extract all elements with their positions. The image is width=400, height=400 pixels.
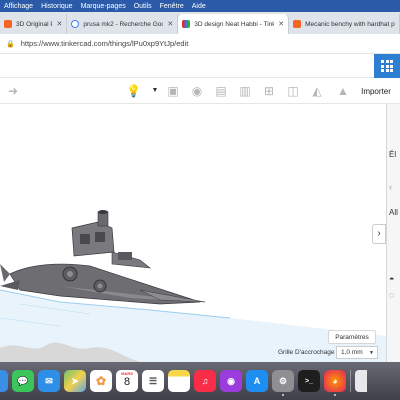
prusa-favicon-icon [4,20,12,28]
align-icon[interactable]: ▤ [214,84,228,98]
calendar-icon[interactable]: MARS 8 [116,370,138,392]
calendar-day: 8 [123,376,131,388]
trash-icon[interactable] [355,370,367,392]
maps-icon[interactable]: ➤ [64,370,86,392]
tinkercad-favicon-icon [182,20,191,28]
menu-bar: Affichage Historique Marque-pages Outils… [0,0,400,12]
snap-grid-select[interactable]: 1,0 mm ▼ [336,346,378,359]
light-icon[interactable]: 💡 [126,84,141,98]
view-icon[interactable]: ▲ [336,84,350,98]
tab-title: Mecanic benchy with hardhat p [305,20,395,28]
lock-icon: 🔒 [6,40,15,48]
dropdown-icon[interactable]: ▼ [148,84,162,98]
import-button[interactable]: Importer [356,82,396,100]
shape-thumbnail-icon[interactable]: ◓ [389,274,394,284]
dock: 💬 ✉ ➤ ✿ MARS 8 ☰ ♫ ◉ A ⚙ >_ ◕ [0,364,400,398]
ruler-icon[interactable]: ◫ [286,84,300,98]
group-icon[interactable]: ▣ [166,84,180,98]
snap-grid-label: Grille D'accrochage [278,349,335,356]
shape-thumbnail-icon[interactable]: ◌ [389,290,394,300]
menu-aide[interactable]: Aide [192,3,206,10]
chevron-down-icon: ▼ [369,349,374,356]
workplane-icon[interactable]: ⊞ [262,84,276,98]
apps-grid-button[interactable] [374,54,400,78]
finder-icon[interactable] [0,370,8,392]
ungroup-icon[interactable]: ◉ [190,84,204,98]
reminders-icon[interactable]: ☰ [142,370,164,392]
mirror-icon[interactable]: ▥ [238,84,252,98]
google-favicon-icon [71,20,80,28]
photos-icon[interactable]: ✿ [90,370,112,392]
panel-item[interactable]: Él [389,150,396,159]
address-bar[interactable]: 🔒 https://www.tinkercad.com/things/lPu0x… [0,34,400,54]
benchy-model[interactable] [0,104,386,362]
menu-affichage[interactable]: Affichage [4,3,33,10]
panel-collapse-icon[interactable]: › [372,224,386,244]
close-tab-icon[interactable]: ✕ [278,20,284,28]
right-panel: Él ‹ All ◓ ◌ [386,104,400,362]
notes-icon[interactable]: ◭ [310,84,324,98]
mail-icon[interactable]: ✉ [38,370,60,392]
close-tab-icon[interactable]: ✕ [167,20,173,28]
terminal-icon[interactable]: >_ [298,370,320,392]
appstore-icon[interactable]: A [246,370,268,392]
snap-grid-value: 1,0 mm [341,349,363,356]
editor-toolbar: ➜ 💡 ▼ ▣ ◉ ▤ ▥ ⊞ ◫ ◭ ▲ Importer [0,78,400,104]
panel-arrow-icon[interactable]: ‹ [389,182,392,192]
prusa-favicon-icon [293,20,302,28]
tab-prusa-original[interactable]: 3D Original Prusa MK ✕ [0,14,68,34]
tab-title: prusa mk2 - Recherche Google [83,20,163,28]
panel-item[interactable]: All [389,208,398,217]
tab-title: 3D design Neat Habbi - Tinkercad [194,20,274,28]
menu-fenetre[interactable]: Fenêtre [160,3,184,10]
tinkercad-header [0,54,400,78]
system-preferences-icon[interactable]: ⚙ [272,370,294,396]
tab-mecanic-benchy[interactable]: Mecanic benchy with hardhat p [289,14,400,34]
tab-title: 3D Original Prusa MK [16,20,52,28]
firefox-icon[interactable]: ◕ [324,370,346,396]
parameters-button[interactable]: Paramètres [328,330,376,344]
redo-icon[interactable]: ➜ [6,84,20,98]
tab-google-search[interactable]: prusa mk2 - Recherche Google ✕ [67,14,179,34]
messages-icon[interactable]: 💬 [12,370,34,392]
podcasts-icon[interactable]: ◉ [220,370,242,392]
grid-icon [381,60,393,72]
tab-tinkercad[interactable]: 3D design Neat Habbi - Tinkercad ✕ [178,14,290,34]
url-text[interactable]: https://www.tinkercad.com/things/lPu0xp9… [21,39,189,48]
notes-icon[interactable] [168,370,190,392]
workplane-viewport[interactable] [0,104,386,362]
menu-historique[interactable]: Historique [41,3,73,10]
close-tab-icon[interactable]: ✕ [56,20,62,28]
dock-separator [350,370,351,392]
menu-outils[interactable]: Outils [134,3,152,10]
menu-marque-pages[interactable]: Marque-pages [81,3,126,10]
music-icon[interactable]: ♫ [194,370,216,392]
tab-strip: 3D Original Prusa MK ✕ prusa mk2 - Reche… [0,12,400,34]
